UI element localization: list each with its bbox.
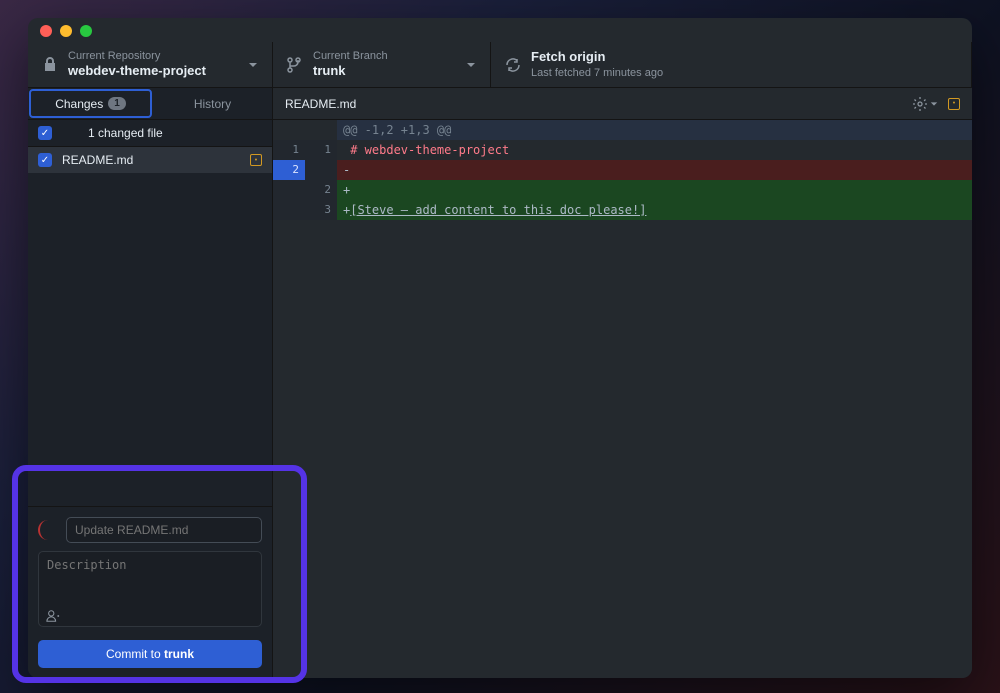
diff-filename: README.md (285, 97, 902, 111)
diff-line-deleted: 2 - (273, 160, 972, 180)
files-count: 1 changed file (88, 126, 262, 140)
file-name: README.md (62, 153, 250, 167)
fetch-label: Fetch origin (531, 49, 957, 66)
avatar (38, 520, 58, 540)
branch-selector[interactable]: Current Branch trunk (273, 42, 491, 87)
commit-summary-input[interactable] (66, 517, 262, 543)
commit-button[interactable]: Commit to trunk (38, 640, 262, 668)
diff-hunk-header: @@ -1,2 +1,3 @@ (273, 120, 972, 140)
diff-header: README.md • (273, 88, 972, 120)
repo-name: webdev-theme-project (68, 63, 242, 80)
diff-expand-icon[interactable]: • (948, 98, 960, 110)
diff-line-added: 3 +[Steve — add content to this doc plea… (273, 200, 972, 220)
diff-line: 11 # webdev-theme-project (273, 140, 972, 160)
content: Changes 1 History ✓ 1 changed file ✓ REA… (28, 88, 972, 678)
commit-panel: Commit to trunk (28, 506, 272, 678)
tab-history[interactable]: History (153, 88, 272, 119)
diff-panel: README.md • @@ -1,2 +1,3 @@ 11 # webdev-… (273, 88, 972, 678)
add-coauthor-icon[interactable] (46, 609, 60, 626)
diff-line-added: 2 + (273, 180, 972, 200)
files-list: ✓ README.md • (28, 147, 272, 506)
tab-changes-label: Changes (55, 97, 103, 111)
sync-icon (505, 57, 521, 73)
diff-body: @@ -1,2 +1,3 @@ 11 # webdev-theme-projec… (273, 120, 972, 220)
tab-changes[interactable]: Changes 1 (29, 89, 152, 118)
lock-icon (42, 57, 58, 73)
select-all-checkbox[interactable]: ✓ (38, 126, 52, 140)
toolbar: Current Repository webdev-theme-project … (28, 36, 972, 88)
fetch-status: Last fetched 7 minutes ago (531, 66, 957, 80)
repo-selector[interactable]: Current Repository webdev-theme-project (28, 42, 273, 87)
titlebar (28, 18, 972, 36)
chevron-down-icon (466, 60, 476, 70)
branch-icon (287, 57, 303, 73)
sidebar: Changes 1 History ✓ 1 changed file ✓ REA… (28, 88, 273, 678)
file-status-modified-icon: • (250, 154, 262, 166)
tab-history-label: History (194, 97, 231, 111)
commit-button-prefix: Commit to (106, 647, 164, 661)
commit-description-input[interactable] (38, 551, 262, 627)
repo-label: Current Repository (68, 49, 242, 63)
file-row[interactable]: ✓ README.md • (28, 147, 272, 173)
branch-label: Current Branch (313, 49, 460, 63)
app-window: Current Repository webdev-theme-project … (28, 18, 972, 678)
tab-changes-count: 1 (108, 97, 126, 110)
diff-settings-icon[interactable] (912, 96, 938, 112)
fetch-button[interactable]: Fetch origin Last fetched 7 minutes ago (491, 42, 972, 87)
commit-button-branch: trunk (164, 647, 194, 661)
files-header: ✓ 1 changed file (28, 120, 272, 147)
file-checkbox[interactable]: ✓ (38, 153, 52, 167)
sidebar-tabs: Changes 1 History (28, 88, 272, 120)
branch-name: trunk (313, 63, 460, 80)
chevron-down-icon (248, 60, 258, 70)
